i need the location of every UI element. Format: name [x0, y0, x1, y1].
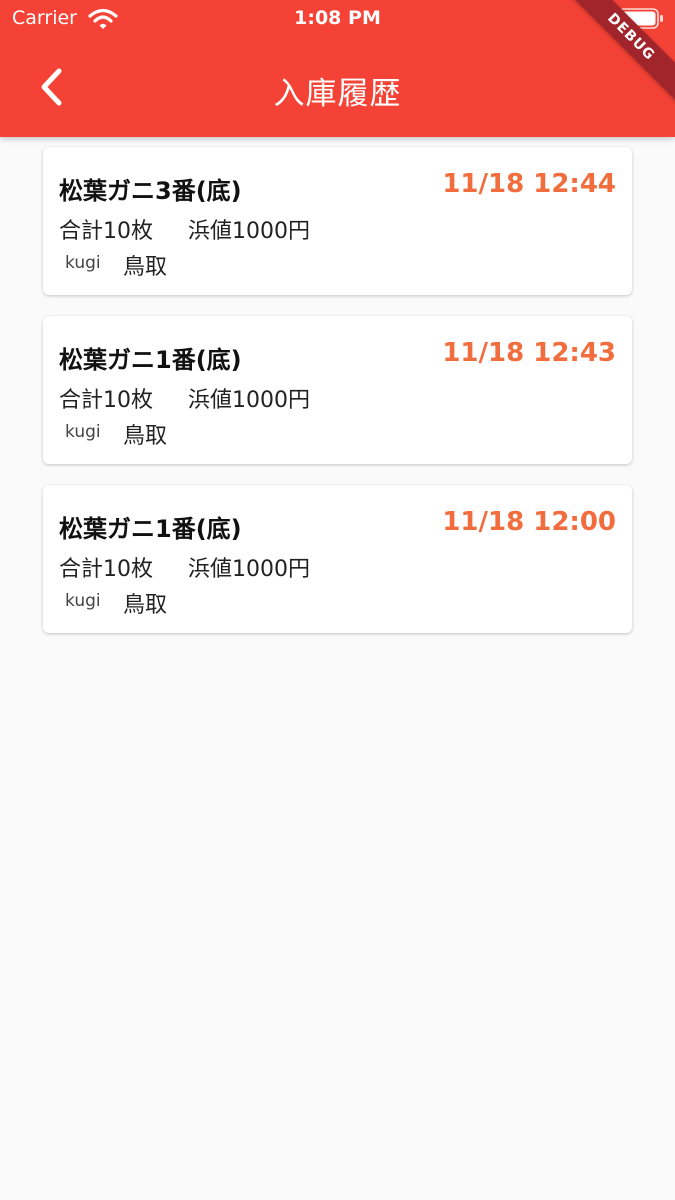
navigation-bar: 入庫履歴 [0, 38, 675, 137]
status-bar: Carrier 1:08 PM [0, 0, 675, 38]
item-total-count: 合計10枚 [59, 557, 153, 582]
status-time: 1:08 PM [294, 7, 381, 29]
item-total-count: 合計10枚 [59, 219, 153, 244]
app-screen: Carrier 1:08 PM 入庫履歴 DEBUG 松葉ガニ3番(底) 11/… [0, 0, 675, 1200]
item-name: 松葉ガニ1番(底) [59, 515, 242, 543]
item-name: 松葉ガニ1番(底) [59, 346, 242, 374]
item-user: kugi [65, 253, 101, 273]
item-location: 鳥取 [123, 255, 168, 280]
item-user: kugi [65, 591, 101, 611]
item-timestamp: 11/18 12:43 [442, 338, 616, 368]
item-timestamp: 11/18 12:00 [442, 507, 616, 537]
app-bar: Carrier 1:08 PM 入庫履歴 [0, 0, 675, 137]
item-price: 浜値1000円 [188, 557, 310, 582]
item-location: 鳥取 [123, 424, 168, 449]
item-user: kugi [65, 422, 101, 442]
item-price: 浜値1000円 [188, 388, 310, 413]
item-timestamp: 11/18 12:44 [442, 169, 616, 199]
item-total-count: 合計10枚 [59, 388, 153, 413]
history-card[interactable]: 松葉ガニ1番(底) 11/18 12:43 合計10枚 浜値1000円 kugi… [43, 316, 632, 464]
item-price: 浜値1000円 [188, 219, 310, 244]
history-card[interactable]: 松葉ガニ3番(底) 11/18 12:44 合計10枚 浜値1000円 kugi… [43, 147, 632, 295]
history-card[interactable]: 松葉ガニ1番(底) 11/18 12:00 合計10枚 浜値1000円 kugi… [43, 485, 632, 633]
item-name: 松葉ガニ3番(底) [59, 177, 242, 205]
item-location: 鳥取 [123, 593, 168, 618]
page-title: 入庫履歴 [273, 76, 402, 112]
history-list: 松葉ガニ3番(底) 11/18 12:44 合計10枚 浜値1000円 kugi… [43, 147, 632, 654]
